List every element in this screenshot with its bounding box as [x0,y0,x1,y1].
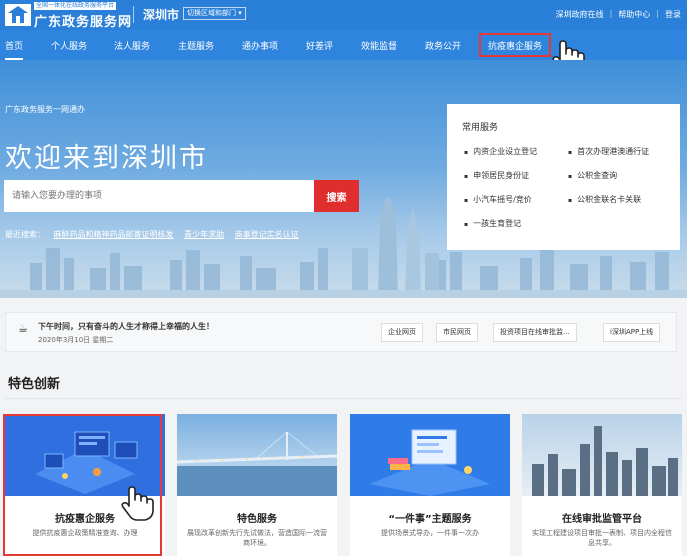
common-service-item[interactable]: 内资企业设立登记 [464,146,537,157]
common-service-item[interactable]: 公积金查询 [568,170,617,181]
investment-approval-button[interactable]: 投资项目在线审批监... [493,323,577,342]
current-city: 深圳市 [143,8,180,22]
nav-item-theme[interactable]: 主题服务 [178,39,214,52]
link-divider: | [656,9,659,18]
feature-card-desc: 展现改革创新先行先试做法，营造国际一流营商环境。 [187,529,327,547]
top-bar: 全国一体化在线政务服务平台 广东政务服务网 深圳市 切换区域和部门 ▾ 深圳政府… [0,0,687,30]
nav-item-universal[interactable]: 通办事项 [242,39,278,52]
switch-region-button[interactable]: 切换区域和部门 ▾ [183,7,246,20]
common-service-item[interactable]: 公积金联名卡关联 [568,194,641,205]
city-buildings-photo [522,414,682,496]
citizen-page-button[interactable]: 市民网页 [436,323,478,342]
section-divider [5,398,682,399]
one-thing-service-illustration [350,414,510,496]
features-section-title: 特色创新 [8,377,61,392]
notice-text: 下午时间，只有奋斗的人生才称得上幸福的人生！ [38,322,214,331]
nav-item-legal-person[interactable]: 法人服务 [114,39,150,52]
common-service-item[interactable]: 首次办理港澳通行证 [568,146,649,157]
hero-banner: 广东政务服务一网通办 欢迎来到深圳市 搜索 最近搜索： 麻醉药品和精神药品邮寄证… [0,60,687,298]
common-service-item[interactable]: 申领居民身份证 [464,170,529,181]
hero-title: 欢迎来到深圳市 [5,143,208,174]
nav-item-home[interactable]: 首页 [5,39,24,60]
site-title[interactable]: 广东政务服务网 [34,11,132,30]
link-shenzhen-gov[interactable]: 深圳政府在线 [556,9,604,20]
link-help-center[interactable]: 帮助中心 [618,9,650,20]
feature-card-one-thing[interactable]: “一件事”主题服务 提供场景式导办，一件事一次办 [350,414,510,556]
switch-region-label: 切换区域和部门 [187,9,236,17]
search-input[interactable] [4,180,314,212]
enterprise-page-button[interactable]: 企业网页 [381,323,423,342]
bridge-photo [177,414,337,496]
search-button[interactable]: 搜索 [314,180,359,212]
common-service-item[interactable]: 一孩生育登记 [464,218,521,229]
recent-searches-label: 最近搜索： [5,230,45,239]
header-links: 深圳政府在线 | 帮助中心 | 登录 [556,9,681,20]
link-divider: | [609,9,613,18]
recent-search-link[interactable]: 商事登记实名认证 [235,230,299,239]
common-services-panel: 常用服务 内资企业设立登记 首次办理港澳通行证 申领居民身份证 公积金查询 小汽… [447,104,680,250]
feature-card-title: 特色服务 [237,514,277,525]
hero-subtitle: 广东政务服务一网通办 [5,105,85,114]
common-services-title: 常用服务 [462,123,499,133]
nav-highlight-box [479,33,551,57]
header-divider [133,6,134,23]
recent-searches: 最近搜索： 麻醉药品和精神药品邮寄证明核发 青少年求助 商事登记实名认证 [5,229,307,240]
nav-item-public-affairs[interactable]: 政务公开 [425,39,461,52]
gov-logo-icon[interactable] [4,3,32,27]
link-login[interactable]: 登录 [665,9,681,20]
coffee-cup-icon: ☕ [18,322,28,335]
nav-item-personal[interactable]: 个人服务 [51,39,87,52]
recent-search-link[interactable]: 麻醉药品和精神药品邮寄证明核发 [54,230,174,239]
common-service-item[interactable]: 小汽车摇号/竞价 [464,194,532,205]
feature-card-title: “一件事”主题服务 [388,514,472,525]
platform-tag: 全国一体化在线政务服务平台 [34,2,117,10]
notice-date: 2020年3月10日 星期二 [38,336,114,344]
nav-item-review[interactable]: 好差评 [306,39,333,52]
feature-card-special[interactable]: 特色服务 展现改革创新先行先试做法，营造国际一流营商环境。 [177,414,337,556]
nav-item-supervision[interactable]: 效能监督 [361,39,397,52]
recent-search-link[interactable]: 青少年求助 [184,230,224,239]
ishenzhen-app-button[interactable]: i深圳APP上线 [603,323,661,342]
feature-card-desc: 实现工程建设项目审批一表制、项目内全程信息共享。 [532,529,672,547]
chevron-down-icon: ▾ [238,9,242,17]
feature-card-title: 在线审批监管平台 [562,514,642,525]
pointer-hand-icon [121,486,154,521]
feature-card-desc: 提供场景式导办，一件事一次办 [381,529,479,537]
notice-bar: ☕ 下午时间，只有奋斗的人生才称得上幸福的人生！ 2020年3月10日 星期二 … [5,312,677,352]
feature-card-online-approval[interactable]: 在线审批监管平台 实现工程建设项目审批一表制、项目内全程信息共享。 [522,414,682,556]
